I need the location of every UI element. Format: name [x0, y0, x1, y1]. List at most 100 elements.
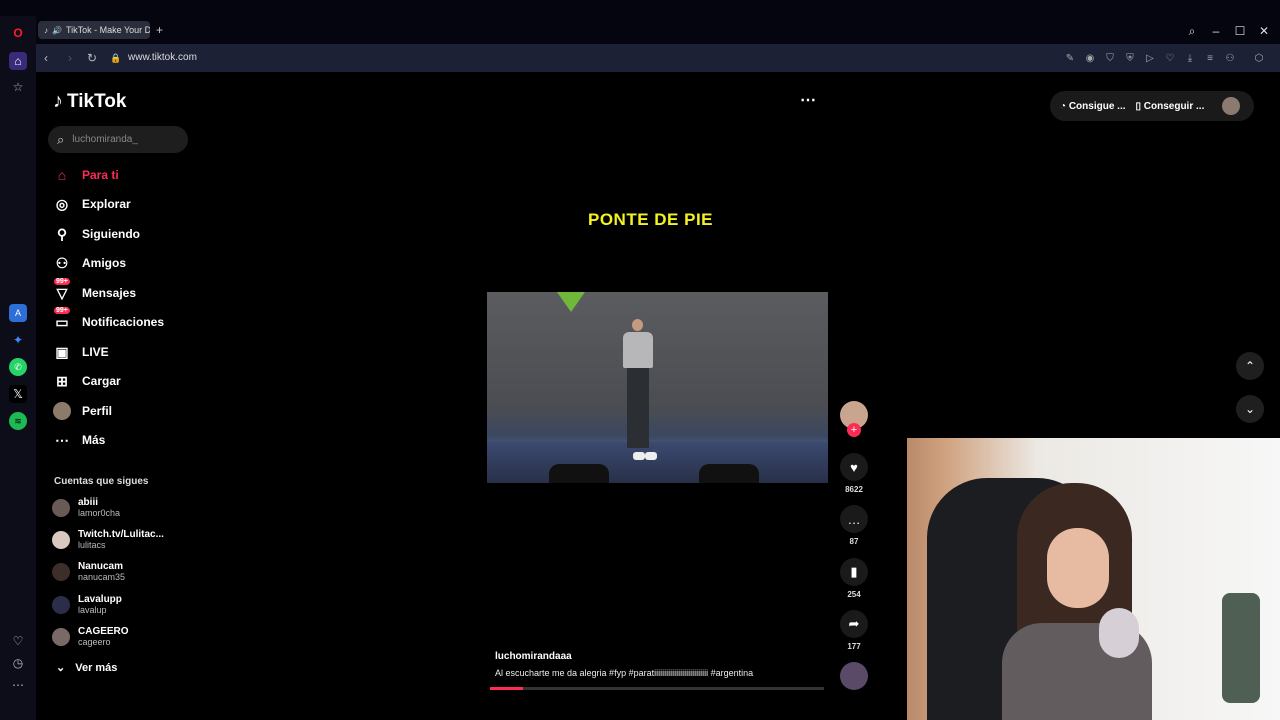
- account-name: Twitch.tv/Lulitac...: [78, 529, 164, 540]
- previous-video-button[interactable]: ⌃: [1236, 352, 1264, 380]
- inbox-icon: ▭ 99+: [54, 307, 70, 330]
- vpn-icon[interactable]: ⛨: [1123, 51, 1137, 65]
- edit-icon[interactable]: ✎: [1063, 51, 1077, 65]
- whatsapp-icon[interactable]: ✆: [9, 358, 27, 376]
- account-item[interactable]: abiii lamor0cha: [52, 497, 120, 519]
- chevron-down-icon: ⌄: [56, 662, 66, 674]
- mate-cup: [1099, 608, 1139, 658]
- forward-icon[interactable]: ›: [62, 50, 78, 66]
- see-more-button[interactable]: ⌄ Ver más: [56, 661, 118, 675]
- nav-label: Siguiendo: [82, 227, 140, 241]
- nav-label: Cargar: [82, 374, 121, 388]
- stage-light: [557, 292, 585, 312]
- video-player[interactable]: [487, 292, 828, 483]
- x-twitter-icon[interactable]: 𝕏: [9, 385, 27, 403]
- video-progress-bar[interactable]: [490, 687, 824, 690]
- account-name: Nanucam: [78, 561, 124, 572]
- video-author[interactable]: luchomirandaaa: [495, 651, 572, 662]
- performer-body: [623, 332, 653, 368]
- compass-icon: ◎: [55, 195, 69, 212]
- minimize-icon[interactable]: –: [1208, 23, 1224, 39]
- reload-icon[interactable]: ↻: [84, 50, 100, 66]
- music-disc[interactable]: [840, 662, 868, 690]
- chevron-up-icon: ⌃: [1244, 359, 1256, 373]
- account-item[interactable]: CAGEERO cageero: [52, 626, 129, 648]
- nav-mas[interactable]: ⋯ Más: [52, 429, 105, 451]
- search-icon[interactable]: ⌕: [1184, 23, 1200, 39]
- stage-speaker: [549, 464, 609, 483]
- follow-plus-icon[interactable]: +: [847, 423, 861, 437]
- back-icon[interactable]: ‹: [38, 50, 54, 66]
- account-icon[interactable]: ⚇: [1223, 51, 1237, 65]
- account-item[interactable]: Lavalupp lavalup: [52, 594, 122, 616]
- browser-tab[interactable]: ♪ 🔊 TikTok - Make Your Da: [38, 21, 150, 39]
- close-icon[interactable]: ✕: [1256, 23, 1272, 39]
- play-icon[interactable]: ▷: [1143, 51, 1157, 65]
- nav-live[interactable]: ▣ LIVE: [52, 341, 108, 363]
- nav-explorar[interactable]: ◎ Explorar: [52, 193, 131, 215]
- account-name: abiii: [78, 497, 99, 508]
- speaker-icon[interactable]: 🔊: [52, 26, 62, 35]
- new-tab-plus-icon[interactable]: +: [156, 23, 163, 37]
- spotify-icon[interactable]: ≋: [9, 412, 27, 430]
- nav-label: Notificaciones: [82, 315, 165, 329]
- author-avatar[interactable]: +: [840, 401, 868, 437]
- account-item[interactable]: Twitch.tv/Lulitac... lulitacs: [52, 529, 164, 551]
- download-icon[interactable]: ⤓: [1183, 51, 1197, 65]
- nav-perfil[interactable]: Perfil: [52, 400, 112, 422]
- account-item[interactable]: Nanucam nanucam35: [52, 561, 125, 583]
- bookmark-star-icon[interactable]: ☆: [9, 78, 27, 96]
- account-user: nanucam35: [78, 572, 126, 582]
- get-coins-label: Consigue ...: [1068, 100, 1126, 112]
- opera-logo-icon[interactable]: O: [9, 24, 27, 42]
- extension-icon[interactable]: ⬡: [1252, 51, 1266, 65]
- url-field[interactable]: www.tiktok.com: [128, 52, 197, 63]
- tiktok-logo[interactable]: ♪ TikTok: [53, 90, 126, 113]
- menu-icon[interactable]: ≡: [1203, 51, 1217, 65]
- avatar: [52, 563, 70, 581]
- nav-cargar[interactable]: ⊞ Cargar: [52, 370, 121, 392]
- browser-tab-bar: [0, 0, 1280, 44]
- nav-notificaciones[interactable]: ▭ 99+ Notificaciones: [52, 307, 165, 333]
- performer-head: [632, 319, 643, 331]
- nav-mensajes[interactable]: ▽ 99+ Mensajes: [52, 278, 137, 304]
- get-app-button[interactable]: ▯ Conseguir ...: [1136, 101, 1205, 112]
- like-button[interactable]: ♥ 8622: [840, 453, 868, 494]
- nav-para-ti[interactable]: ⌂ Para ti: [52, 164, 119, 186]
- see-more-label: Ver más: [75, 661, 118, 674]
- tiktok-note-icon: ♪: [53, 90, 63, 112]
- comment-button[interactable]: … 87: [840, 505, 868, 546]
- shield-icon[interactable]: ⛉: [1103, 51, 1117, 65]
- share-count: 177: [847, 642, 861, 651]
- heart-icon[interactable]: ♡: [9, 632, 27, 650]
- more-options-icon[interactable]: ⋯: [800, 90, 816, 110]
- messenger-icon[interactable]: ✦: [9, 331, 27, 349]
- save-button[interactable]: ▮ 254: [840, 558, 868, 599]
- shoe: [645, 452, 657, 460]
- nav-label: Mensajes: [82, 286, 137, 300]
- get-coins-button[interactable]: ◔ Consigue ...: [1060, 101, 1126, 112]
- bookmark-icon: ▮: [840, 558, 868, 586]
- streamer-face: [1047, 528, 1109, 608]
- nav-label: Perfil: [82, 404, 113, 418]
- history-icon[interactable]: ◷: [9, 654, 27, 672]
- account-user: lulitacs: [78, 540, 106, 550]
- heart-outline-icon[interactable]: ♡: [1163, 51, 1177, 65]
- aria-app-icon[interactable]: A: [9, 304, 27, 322]
- video-progress-fill: [490, 687, 524, 690]
- get-app-label: Conseguir ...: [1143, 100, 1205, 112]
- friends-icon: ⚇: [55, 254, 69, 271]
- thermos: [1222, 593, 1260, 703]
- maximize-icon[interactable]: ☐: [1232, 23, 1248, 39]
- next-video-button[interactable]: ⌄: [1236, 395, 1264, 423]
- nav-siguiendo[interactable]: ⚲ Siguiendo: [52, 223, 140, 245]
- account-name: CAGEERO: [78, 626, 129, 637]
- search-input[interactable]: ⌕ luchomiranda_: [48, 126, 188, 153]
- account-user: lavalup: [78, 605, 107, 615]
- user-avatar[interactable]: [1222, 97, 1241, 115]
- home-icon[interactable]: ⌂: [9, 52, 27, 70]
- nav-amigos[interactable]: ⚇ Amigos: [52, 252, 126, 274]
- camera-icon[interactable]: ◉: [1083, 51, 1097, 65]
- share-button[interactable]: ➦ 177: [840, 610, 868, 651]
- more-dots-icon[interactable]: ⋯: [9, 676, 27, 694]
